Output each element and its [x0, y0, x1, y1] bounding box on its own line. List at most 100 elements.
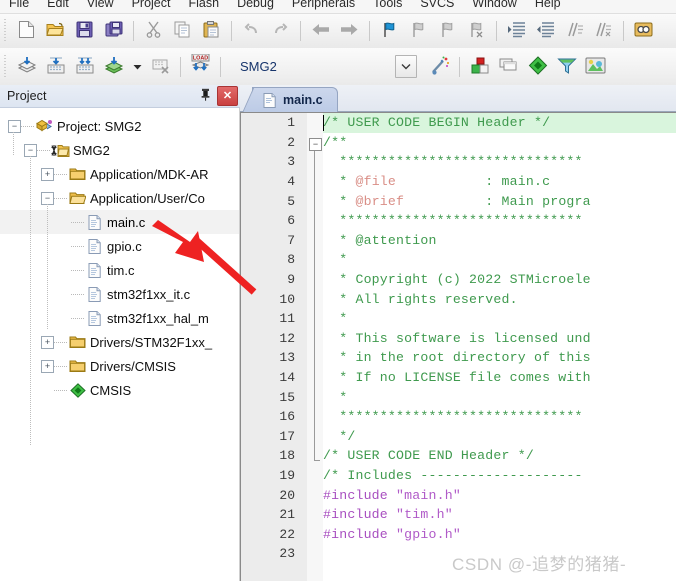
- uncomment-block-button[interactable]: [589, 17, 618, 45]
- build-button[interactable]: [41, 53, 70, 81]
- tree-item-label: main.c: [107, 214, 146, 230]
- tab-main-c[interactable]: main.c: [252, 87, 338, 112]
- menu-item-edit[interactable]: Edit: [38, 0, 78, 12]
- copy-button[interactable]: [168, 17, 197, 45]
- code-text: ******************************: [323, 213, 583, 228]
- undo-button[interactable]: [237, 17, 266, 45]
- code-span: "gpio.h": [396, 526, 461, 542]
- code-line[interactable]: 22 #include "gpio.h": [241, 524, 676, 544]
- code-line[interactable]: 18 /* USER CODE END Header */: [241, 446, 676, 466]
- next-bookmark-button[interactable]: [433, 17, 462, 45]
- code-line[interactable]: 4 * @file : main.c: [241, 172, 676, 192]
- tree-item-cmsis[interactable]: CMSIS: [0, 378, 239, 402]
- target-selector[interactable]: SMG2: [236, 55, 417, 78]
- batch-build-button[interactable]: [99, 53, 128, 81]
- menu-item-view[interactable]: View: [78, 0, 123, 12]
- tree-item-gpio-c[interactable]: gpio.c: [0, 234, 239, 258]
- tree-item-tim-c[interactable]: tim.c: [0, 258, 239, 282]
- stop-build-button[interactable]: [146, 53, 175, 81]
- code-line[interactable]: 7 * @attention: [241, 231, 676, 251]
- indent-left-button[interactable]: [531, 17, 560, 45]
- tree-item-stm32f1xx-it-c[interactable]: stm32f1xx_it.c: [0, 282, 239, 306]
- target-dropdown-button[interactable]: [395, 55, 417, 78]
- toolbar-separator: [231, 21, 232, 41]
- menu-item-window[interactable]: Window: [463, 0, 525, 12]
- code-line[interactable]: 17 */: [241, 427, 676, 447]
- toolbar-separator: [496, 21, 497, 41]
- expand-icon[interactable]: +: [41, 359, 54, 373]
- code-span: *: [323, 389, 348, 405]
- open-file-button[interactable]: [41, 17, 70, 45]
- indent-right-button[interactable]: [502, 17, 531, 45]
- tree-item-stm32f1xx-hal-m[interactable]: stm32f1xx_hal_m: [0, 306, 239, 330]
- code-line[interactable]: 13 * in the root directory of this: [241, 348, 676, 368]
- batch-build-dropdown[interactable]: [128, 53, 146, 81]
- menu-item-project[interactable]: Project: [123, 0, 180, 12]
- cut-button[interactable]: [139, 17, 168, 45]
- code-line[interactable]: 6 ******************************: [241, 211, 676, 231]
- manage-rte-button[interactable]: [523, 53, 552, 81]
- code-line[interactable]: 16 ******************************: [241, 407, 676, 427]
- code-line[interactable]: 9 * Copyright (c) 2022 STMicroele: [241, 270, 676, 290]
- menu-item-peripherals[interactable]: Peripherals: [283, 0, 364, 12]
- code-line[interactable]: 10 * All rights reserved.: [241, 289, 676, 309]
- collapse-icon[interactable]: −: [41, 191, 54, 205]
- tree-item-drivers-cmsis[interactable]: + Drivers/CMSIS: [0, 354, 239, 378]
- expand-icon[interactable]: +: [41, 167, 54, 181]
- download-button[interactable]: LOAD: [186, 53, 215, 81]
- translate-button[interactable]: [12, 53, 41, 81]
- code-line[interactable]: 20 #include "main.h": [241, 485, 676, 505]
- collapse-icon[interactable]: −: [24, 143, 37, 157]
- save-button[interactable]: [70, 17, 99, 45]
- tree-item-smg2[interactable]: − SMG2: [0, 138, 239, 162]
- pack-manage-button[interactable]: [581, 53, 610, 81]
- navigate-forward-button[interactable]: [335, 17, 364, 45]
- code-line[interactable]: 12 * This software is licensed und: [241, 329, 676, 349]
- code-line[interactable]: 3 ******************************: [241, 152, 676, 172]
- find-in-files-button[interactable]: [629, 17, 658, 45]
- code-line[interactable]: 21 #include "tim.h": [241, 505, 676, 525]
- redo-button[interactable]: [266, 17, 295, 45]
- toolbar-grip[interactable]: [2, 19, 10, 43]
- code-line[interactable]: 1 /* USER CODE BEGIN Header */: [241, 113, 676, 133]
- tree-item-application-user-co[interactable]: − Application/User/Co: [0, 186, 239, 210]
- code-line[interactable]: 11 *: [241, 309, 676, 329]
- menu-item-flash[interactable]: Flash: [179, 0, 228, 12]
- code-line[interactable]: 2 /**: [241, 133, 676, 153]
- target-options-wizard-button[interactable]: [425, 53, 454, 81]
- pin-button[interactable]: [197, 87, 214, 105]
- tree-item-project-smg2[interactable]: − Project: SMG2: [0, 114, 239, 138]
- paste-button[interactable]: [197, 17, 226, 45]
- comment-block-button[interactable]: [560, 17, 589, 45]
- menu-item-debug[interactable]: Debug: [228, 0, 283, 12]
- pack-installer-button[interactable]: [552, 53, 581, 81]
- menu-item-tools[interactable]: Tools: [364, 0, 411, 12]
- save-all-button[interactable]: [99, 17, 128, 45]
- tree-item-application-mdk-ar[interactable]: + Application/MDK-AR: [0, 162, 239, 186]
- collapse-icon[interactable]: −: [8, 119, 21, 133]
- toolbar-grip[interactable]: [2, 54, 10, 79]
- prev-bookmark-button[interactable]: [404, 17, 433, 45]
- code-line[interactable]: 8 *: [241, 250, 676, 270]
- options-for-target-button[interactable]: [465, 53, 494, 81]
- expand-icon[interactable]: +: [41, 335, 54, 349]
- tree-item-main-c[interactable]: main.c: [0, 210, 239, 234]
- code-line[interactable]: 19 /* Includes --------------------: [241, 466, 676, 486]
- navigate-back-button[interactable]: [306, 17, 335, 45]
- new-file-button[interactable]: [12, 17, 41, 45]
- code-line[interactable]: 5 * @brief : Main progra: [241, 191, 676, 211]
- menu-item-svcs[interactable]: SVCS: [411, 0, 463, 12]
- tree-item-drivers-stm32f1xx[interactable]: + Drivers/STM32F1xx_: [0, 330, 239, 354]
- menu-item-help[interactable]: Help: [526, 0, 570, 12]
- code-line[interactable]: 14 * If no LICENSE file comes with: [241, 368, 676, 388]
- rebuild-button[interactable]: [70, 53, 99, 81]
- insert-bookmark-button[interactable]: [375, 17, 404, 45]
- menu-item-file[interactable]: File: [0, 0, 38, 12]
- close-panel-button[interactable]: ✕: [217, 86, 238, 106]
- manage-windows-button[interactable]: [494, 53, 523, 81]
- code-lines[interactable]: 1/* USER CODE BEGIN Header */2/** 3 *****…: [241, 113, 676, 581]
- clear-bookmarks-button[interactable]: [462, 17, 491, 45]
- code-line[interactable]: 15 *: [241, 387, 676, 407]
- code-editor[interactable]: − 1/* USER CODE BEGIN Header */2/** 3 ***…: [240, 112, 676, 581]
- project-tree[interactable]: − Project: SMG2 − SMG2 + Application/MDK-AR − A…: [0, 108, 240, 581]
